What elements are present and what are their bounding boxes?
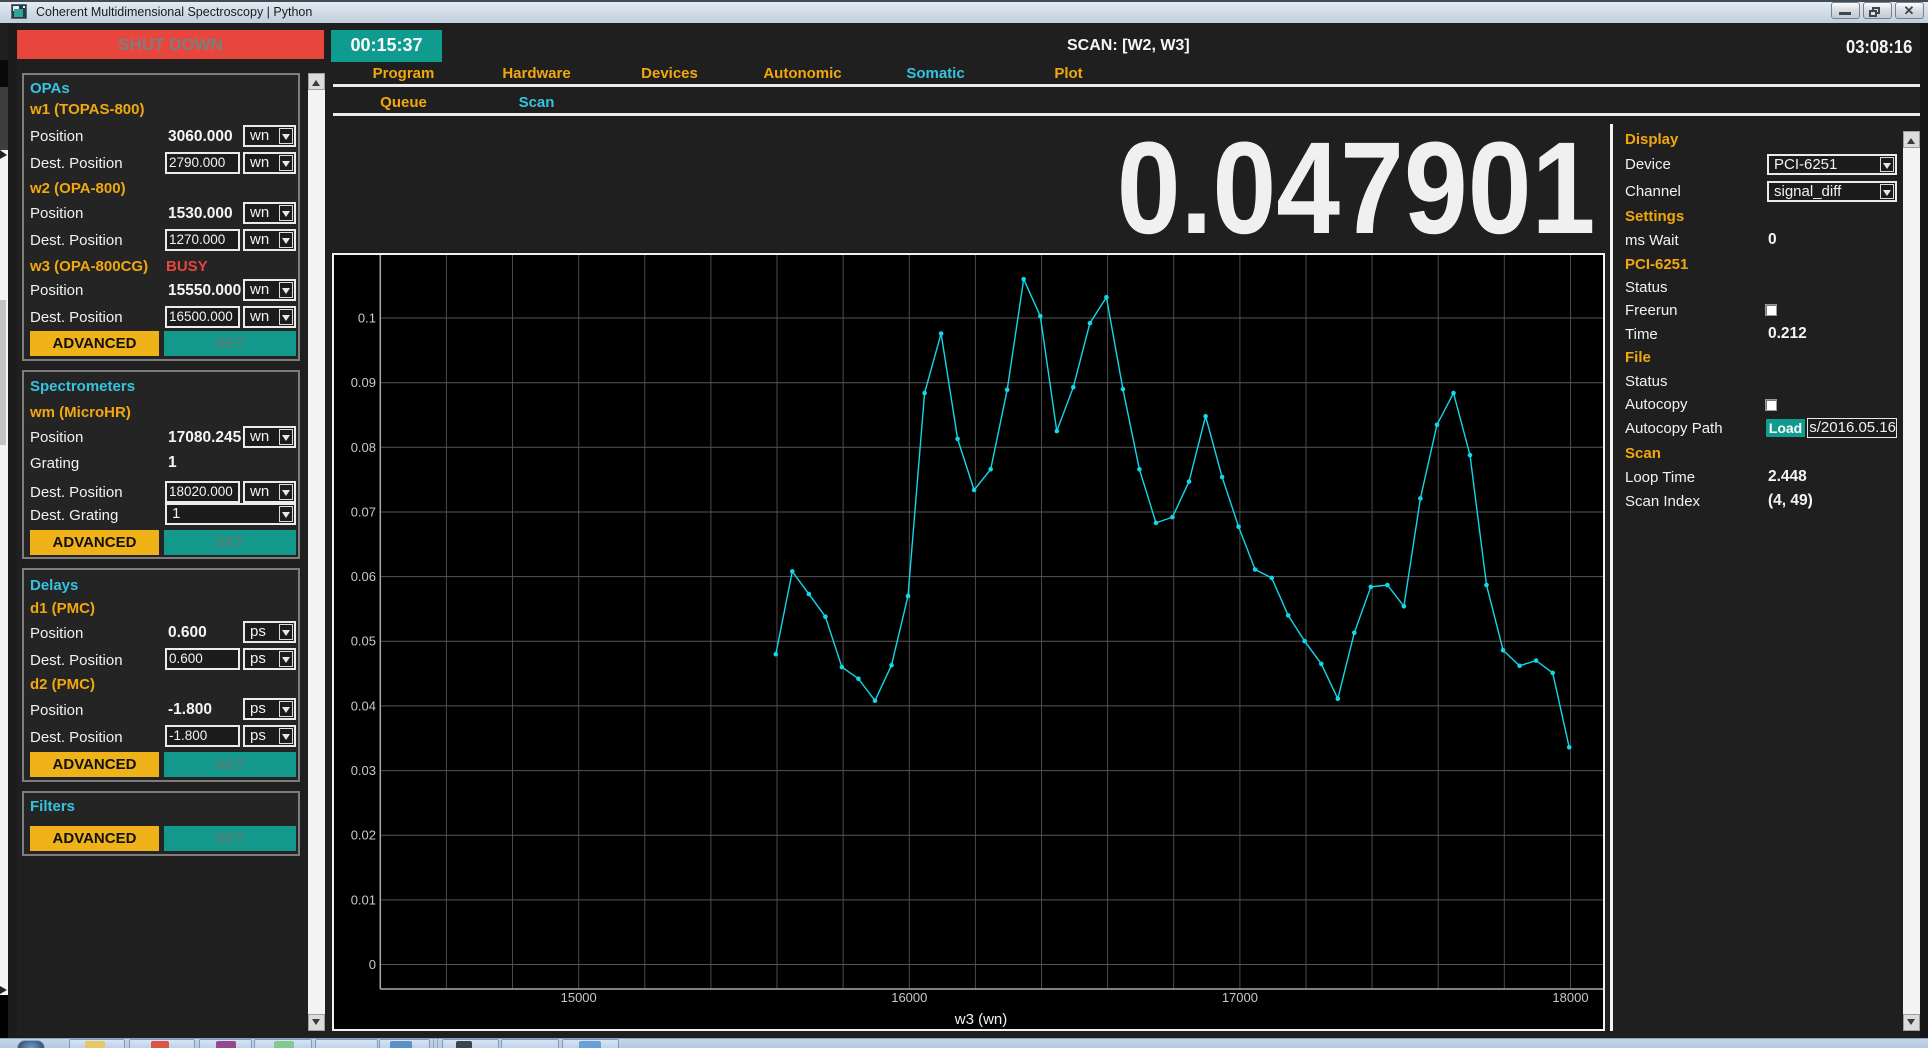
svg-text:0.09: 0.09 [351, 375, 376, 390]
svg-text:0.03: 0.03 [351, 763, 376, 778]
svg-text:17000: 17000 [1222, 990, 1258, 1005]
svg-text:0.08: 0.08 [351, 440, 376, 455]
svg-text:0.04: 0.04 [351, 698, 376, 713]
svg-text:0.01: 0.01 [351, 892, 376, 907]
svg-text:0.02: 0.02 [351, 828, 376, 843]
svg-text:w3 (wn): w3 (wn) [954, 1011, 1008, 1028]
svg-text:0.1: 0.1 [358, 311, 376, 326]
svg-text:0.05: 0.05 [351, 634, 376, 649]
svg-text:15000: 15000 [561, 990, 597, 1005]
svg-text:16000: 16000 [891, 990, 927, 1005]
svg-text:18000: 18000 [1552, 990, 1588, 1005]
svg-text:0.07: 0.07 [351, 505, 376, 520]
svg-text:0: 0 [369, 957, 376, 972]
svg-text:0.06: 0.06 [351, 569, 376, 584]
